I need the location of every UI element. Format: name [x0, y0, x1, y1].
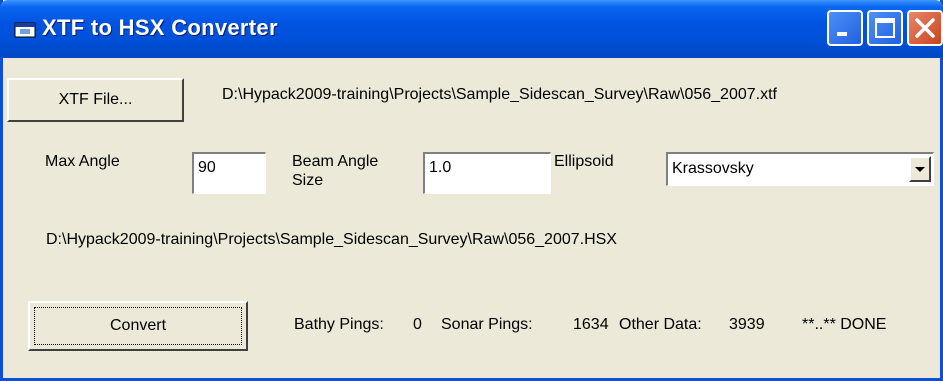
max-angle-label: Max Angle [45, 153, 120, 170]
focus-rectangle [34, 307, 242, 345]
title-bar[interactable]: XTF to HSX Converter [0, 0, 943, 58]
close-button[interactable] [907, 10, 943, 46]
beam-angle-size-input[interactable]: 1.0 [423, 152, 551, 194]
beam-angle-size-label: Beam Angle Size [292, 152, 378, 190]
xtf-file-button-label: XTF File... [58, 91, 133, 108]
bathy-pings-value: 0 [413, 316, 422, 333]
xtf-file-path: D:\Hypack2009-training\Projects\Sample_S… [222, 86, 777, 103]
ellipsoid-dropdown-button[interactable] [909, 156, 931, 182]
xtf-file-button[interactable]: XTF File... [7, 78, 184, 122]
ellipsoid-selected-value: Krassovsky [672, 160, 754, 177]
ellipsoid-label: Ellipsoid [554, 153, 614, 170]
maximize-icon [875, 18, 895, 38]
sonar-pings-label: Sonar Pings: [441, 316, 533, 333]
maximize-button[interactable] [867, 10, 903, 46]
sonar-pings-value: 1634 [573, 316, 609, 333]
app-window: XTF to HSX Converter XTF File... D:\Hypa… [0, 0, 943, 381]
app-window-icon [14, 22, 36, 38]
max-angle-input[interactable]: 90 [192, 152, 266, 194]
ellipsoid-select[interactable]: Krassovsky [666, 152, 934, 186]
conversion-status: **..** DONE [802, 316, 887, 333]
output-hsx-path: D:\Hypack2009-training\Projects\Sample_S… [46, 231, 617, 248]
minimize-button[interactable] [827, 10, 863, 46]
beam-angle-label-line1: Beam Angle [292, 153, 379, 170]
window-title: XTF to HSX Converter [42, 15, 278, 40]
bathy-pings-label: Bathy Pings: [294, 316, 384, 333]
minimize-icon [837, 32, 847, 36]
beam-angle-label-line2: Size [292, 172, 324, 189]
convert-button[interactable]: Convert [28, 301, 248, 351]
chevron-down-icon [915, 167, 925, 172]
close-icon [915, 18, 935, 38]
other-data-label: Other Data: [619, 316, 702, 333]
other-data-value: 3939 [729, 316, 765, 333]
